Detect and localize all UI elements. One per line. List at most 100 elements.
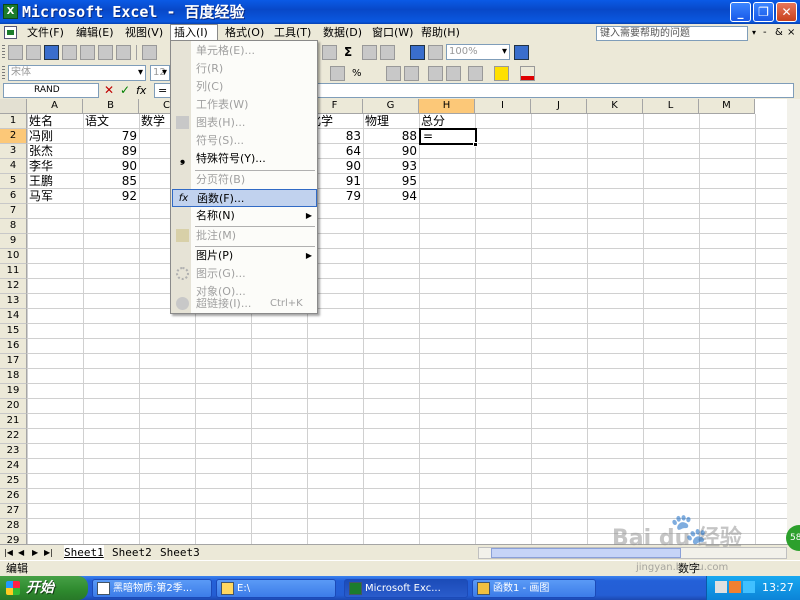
- insert-hyperlink-item[interactable]: 超链接(I)... Ctrl+K: [172, 295, 317, 313]
- insert-chart-item[interactable]: 图表(H)...: [172, 114, 317, 132]
- cell-G6[interactable]: 94: [363, 189, 419, 204]
- cell-B5[interactable]: 85: [83, 174, 139, 189]
- menu-help[interactable]: 帮助(H): [418, 24, 463, 42]
- network-icon[interactable]: [729, 581, 741, 593]
- menu-data[interactable]: 数据(D): [320, 24, 365, 42]
- print-icon[interactable]: [80, 45, 95, 60]
- prev-sheet-button[interactable]: ◀: [18, 546, 24, 559]
- column-header-G[interactable]: G: [363, 99, 419, 114]
- column-header-B[interactable]: B: [83, 99, 139, 114]
- row-header-2[interactable]: 2: [0, 129, 27, 144]
- keyboard-icon[interactable]: [715, 581, 727, 593]
- print-preview-icon[interactable]: [98, 45, 113, 60]
- sheet-tab-1[interactable]: Sheet1: [64, 545, 104, 560]
- row-header-12[interactable]: 12: [0, 279, 27, 294]
- volume-icon[interactable]: [743, 581, 755, 593]
- row-header-7[interactable]: 7: [0, 204, 27, 219]
- insert-comment-item[interactable]: 批注(M): [172, 227, 317, 245]
- zoom-dropdown[interactable]: 100%: [446, 44, 510, 60]
- toolbar-grip[interactable]: [2, 45, 5, 59]
- insert-name-item[interactable]: 名称(N) ▶: [172, 207, 317, 225]
- row-header-15[interactable]: 15: [0, 324, 27, 339]
- cell-A3[interactable]: 张杰: [27, 144, 83, 159]
- borders-icon[interactable]: [468, 66, 483, 81]
- increase-indent-icon[interactable]: [446, 66, 461, 81]
- row-header-14[interactable]: 14: [0, 309, 27, 324]
- research-icon[interactable]: [142, 45, 157, 60]
- menu-view[interactable]: 视图(V): [122, 24, 166, 42]
- sheet-tab-2[interactable]: Sheet2: [112, 545, 152, 560]
- open-icon[interactable]: [26, 45, 41, 60]
- menu-file[interactable]: 文件(F): [24, 24, 67, 42]
- row-header-1[interactable]: 1: [0, 114, 27, 129]
- minimize-button[interactable]: _: [730, 2, 751, 22]
- workbook-minimize-button[interactable]: -: [763, 26, 767, 40]
- decrease-decimal-icon[interactable]: [404, 66, 419, 81]
- increase-decimal-icon[interactable]: [386, 66, 401, 81]
- cell-B4[interactable]: 90: [83, 159, 139, 174]
- drawing-icon[interactable]: [428, 45, 443, 60]
- font-dropdown[interactable]: 宋体: [8, 65, 146, 81]
- workbook-close-button[interactable]: ×: [787, 26, 795, 40]
- cell-G3[interactable]: 90: [363, 144, 419, 159]
- workbook-icon[interactable]: [4, 26, 17, 39]
- row-header-3[interactable]: 3: [0, 144, 27, 159]
- worksheet-grid[interactable]: ABCDEFGHIJKLM 12345678910111213141516171…: [0, 99, 787, 544]
- insert-rows-item[interactable]: 行(R): [172, 60, 317, 78]
- fill-handle[interactable]: [473, 142, 478, 147]
- task-video-player[interactable]: 黑暗物质:第2季...: [92, 579, 212, 598]
- insert-columns-item[interactable]: 列(C): [172, 78, 317, 96]
- row-header-8[interactable]: 8: [0, 219, 27, 234]
- sort-ascending-icon[interactable]: [362, 45, 377, 60]
- toolbar-grip[interactable]: [2, 66, 5, 80]
- insert-page-break-item[interactable]: 分页符(B): [172, 171, 317, 189]
- insert-worksheet-item[interactable]: 工作表(W): [172, 96, 317, 114]
- help-icon[interactable]: [514, 45, 529, 60]
- row-header-28[interactable]: 28: [0, 519, 27, 534]
- row-header-22[interactable]: 22: [0, 429, 27, 444]
- insert-special-symbol-item[interactable]: ❟ 特殊符号(Y)...: [172, 150, 317, 168]
- spelling-icon[interactable]: [116, 45, 131, 60]
- currency-icon[interactable]: [330, 66, 345, 81]
- cell-B1[interactable]: 语文: [83, 114, 139, 129]
- new-icon[interactable]: [8, 45, 23, 60]
- cell-A2[interactable]: 冯刚: [27, 129, 83, 144]
- last-sheet-button[interactable]: ▶|: [44, 546, 53, 559]
- font-size-dropdown[interactable]: 12: [150, 65, 170, 81]
- restore-button[interactable]: ❐: [753, 2, 774, 22]
- column-header-A[interactable]: A: [27, 99, 83, 114]
- cell-B3[interactable]: 89: [83, 144, 139, 159]
- task-explorer[interactable]: E:\: [216, 579, 336, 598]
- cancel-icon[interactable]: ✕: [104, 83, 114, 98]
- row-header-5[interactable]: 5: [0, 174, 27, 189]
- row-header-23[interactable]: 23: [0, 444, 27, 459]
- cell-G1[interactable]: 物理: [363, 114, 419, 129]
- insert-cells-item[interactable]: 单元格(E)...: [172, 42, 317, 60]
- cell-A1[interactable]: 姓名: [27, 114, 83, 129]
- excel-app-icon[interactable]: X: [3, 4, 18, 19]
- name-box[interactable]: RAND: [3, 83, 99, 98]
- first-sheet-button[interactable]: |◀: [4, 546, 13, 559]
- active-cell-H2[interactable]: =: [419, 128, 477, 145]
- row-header-26[interactable]: 26: [0, 489, 27, 504]
- decrease-indent-icon[interactable]: [428, 66, 443, 81]
- cell-H1[interactable]: 总分: [419, 114, 475, 129]
- select-all-corner[interactable]: [0, 99, 27, 114]
- enter-icon[interactable]: ✓: [120, 83, 130, 98]
- insert-function-item[interactable]: fx 函数(F)...: [172, 189, 317, 207]
- sheet-tab-3[interactable]: Sheet3: [160, 545, 200, 560]
- row-header-27[interactable]: 27: [0, 504, 27, 519]
- task-paint[interactable]: 函数1 - 画图: [472, 579, 596, 598]
- column-header-M[interactable]: M: [699, 99, 755, 114]
- permission-icon[interactable]: [62, 45, 77, 60]
- column-header-L[interactable]: L: [643, 99, 699, 114]
- row-header-20[interactable]: 20: [0, 399, 27, 414]
- close-button[interactable]: ✕: [776, 2, 797, 22]
- row-header-16[interactable]: 16: [0, 339, 27, 354]
- task-excel[interactable]: Microsoft Exc...: [344, 579, 468, 598]
- start-button[interactable]: 开始: [0, 576, 88, 600]
- cell-A6[interactable]: 马军: [27, 189, 83, 204]
- column-header-I[interactable]: I: [475, 99, 531, 114]
- column-header-K[interactable]: K: [587, 99, 643, 114]
- insert-symbol-item[interactable]: 符号(S)...: [172, 132, 317, 150]
